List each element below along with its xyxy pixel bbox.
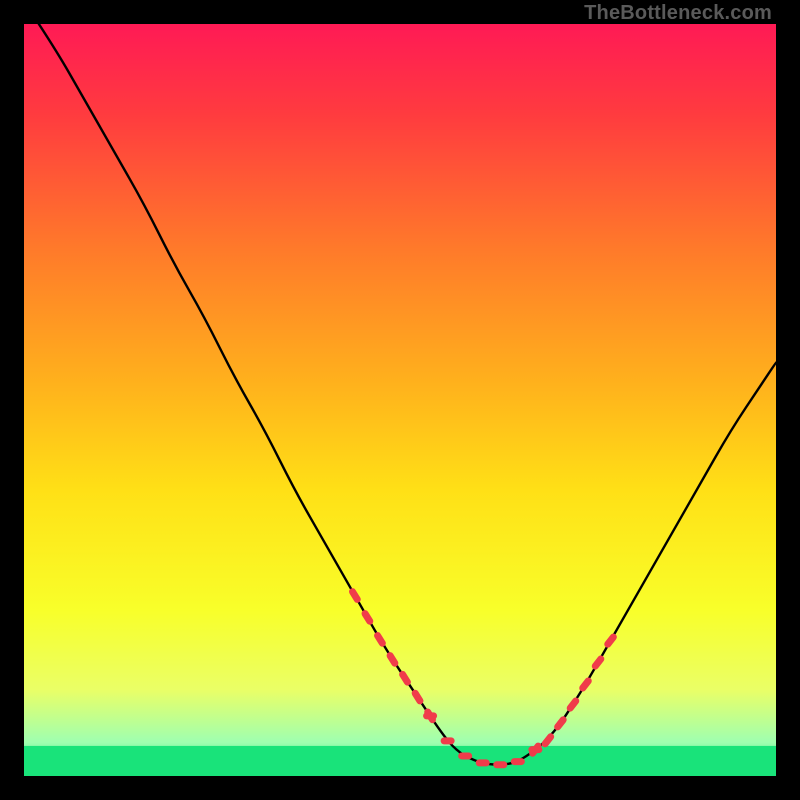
no-bottleneck-band <box>24 746 776 776</box>
chart-frame <box>24 24 776 776</box>
gradient-background <box>24 24 776 776</box>
watermark-text: TheBottleneck.com <box>584 2 772 25</box>
bottleneck-chart <box>24 24 776 776</box>
